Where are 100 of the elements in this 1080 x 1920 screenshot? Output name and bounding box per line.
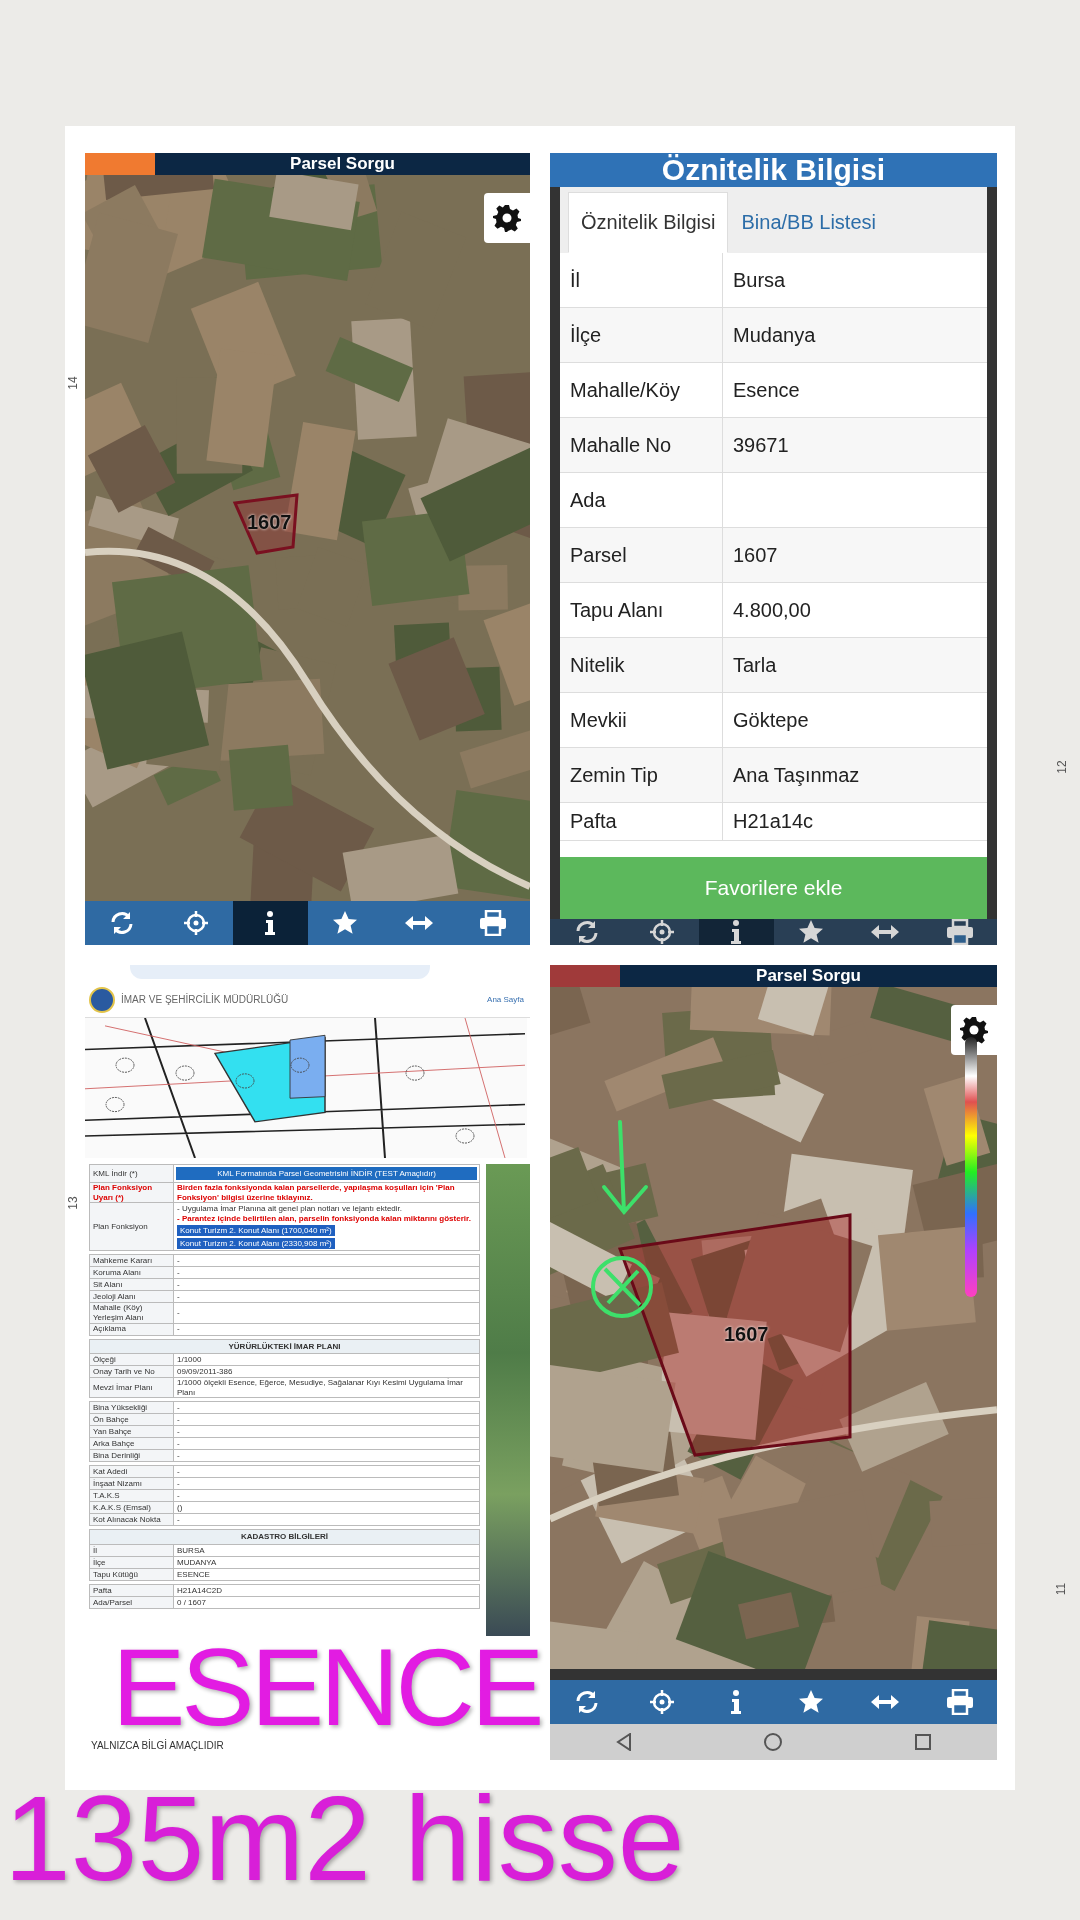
toolbar-button[interactable] [233,901,308,945]
table-cell-text: - [176,1438,181,1450]
attribute-value: Tarla [722,638,987,692]
attribute-value: Esence [722,363,987,417]
attribute-label: Ada [569,487,607,513]
info-icon [264,910,277,936]
printer-icon [478,910,507,936]
double-arrow-icon [403,914,434,932]
panel-title: Parsel Sorgu [289,154,396,174]
printer-icon [945,919,974,945]
table-cell: Sit Alanı [90,1279,174,1291]
printer-icon [945,1689,974,1715]
table-cell: İlçe [90,1556,174,1568]
table-cell: Bina Derinliği [90,1450,174,1462]
attribute-value: 39671 [722,418,987,472]
zone-function-button[interactable]: Konut Turizm 2. Konut Alanı (2330,908 m²) [177,1238,335,1250]
attribute-label: İl [569,267,581,293]
emblem-icon [89,987,115,1013]
parcel-outline [232,493,299,555]
kml-download-button[interactable]: KML Formatında Parsel Geometrisini İNDİR (TEST Amaçlıdır) [176,1167,477,1180]
section-title: YÜRÜRLÜKTEKİ İMAR PLANI [89,1338,480,1355]
table-cell: Kat Adedi [90,1466,174,1478]
table-cell-text: MUDANYA [176,1556,218,1568]
header-accent [550,965,620,987]
table-cell-text: - [176,1279,181,1291]
attribute-value: Ana Taşınmaz [722,748,987,802]
tab[interactable]: Öznitelik Bilgisi [568,192,729,253]
table-cell: Tapu Kütüğü [90,1568,174,1580]
edge-mark: 12 [1054,760,1069,774]
zone-function-button[interactable]: Konut Turizm 2. Konut Alanı (1700,040 m²) [177,1225,335,1237]
crosshair-icon [648,1689,675,1715]
nav-link[interactable]: Ana Sayfa [487,995,530,1005]
settings-icon [493,204,521,232]
attribute-label: Parsel [569,542,628,568]
table-cell-text: - [176,1426,181,1438]
info-icon [730,1689,743,1715]
table-cell: İnşaat Nizamı [90,1478,174,1490]
table-cell-text: - [176,1307,181,1320]
table-cell-text: 1/1000 [176,1354,203,1366]
table-cell: Koruma Alanı [90,1267,174,1279]
panel-title: Parsel Sorgu [755,966,862,986]
table-cell: Açıklama [90,1323,174,1335]
table-cell: Ölçeği [90,1354,174,1366]
parcel-label: 1607 [247,511,292,534]
table-cell-text: - [176,1323,181,1335]
attribute-label: Mevkii [569,707,628,733]
circled-x-annotation [591,1256,653,1318]
table-cell: K.A.K.S (Emsal) [90,1502,174,1514]
tab[interactable]: Bina/BB Listesi [728,192,889,253]
table-cell-text: 0 / 1607 [176,1596,207,1608]
plan-note: - Uygulama İmar Planına ait genel plan notları ve lejantı ektedir. [177,1204,402,1214]
table-cell-text: - [176,1402,181,1414]
table-cell-text: BURSA [176,1544,206,1556]
table-cell-text: H21A14C2D [176,1584,223,1596]
attribute-value: H21a14c [722,803,987,840]
back-icon[interactable] [615,1733,632,1751]
crosshair-icon [183,910,210,936]
table-cell-text: ESENCE [176,1568,211,1580]
table-cell: Onay Tarih ve No [90,1366,174,1378]
settings-button[interactable] [951,1005,997,1055]
star-icon [797,1689,824,1715]
star-icon [797,919,824,945]
edge-mark: 14 [65,376,80,390]
table-cell: Kot Alınacak Nokta [90,1514,174,1526]
table-cell: Plan Fonksiyon Uyarı (*) [90,1183,174,1203]
attribute-label: Mahalle No [569,432,673,458]
attribute-value: Bursa [722,253,987,307]
parcel-label: 1607 [724,1323,769,1346]
settings-button[interactable] [484,193,530,243]
table-cell: Mahkeme Kararı [90,1255,174,1267]
star-icon [331,910,358,936]
table-cell-text: 09/09/2011-386 [176,1366,234,1378]
department-title: İMAR VE ŞEHİRCİLİK MÜDÜRLÜĞÜ [121,994,290,1006]
table-cell-text: - [176,1514,181,1526]
recent-apps-icon[interactable] [913,1733,932,1751]
toolbar-button[interactable] [699,919,774,945]
table-cell-text: - [176,1478,181,1490]
double-arrow-icon [870,1693,901,1711]
edge-mark: 13 [65,1196,80,1210]
plan-note: - Parantez içinde belirtilen alan, parselin fonksiyonda kalan miktarını gösterir. [177,1213,471,1224]
attribute-label: Tapu Alanı [569,597,665,623]
double-arrow-icon [870,923,901,941]
attribute-label: Pafta [569,809,618,834]
header-accent [85,153,155,175]
table-cell: Mevzi İmar Planı [90,1378,174,1398]
table-cell: Arka Bahçe [90,1438,174,1450]
attribute-label: İlçe [569,322,603,348]
table-cell: Mahalle (Köy) Yerleşim Alanı [90,1303,174,1323]
dialog-title: Öznitelik Bilgisi [661,153,886,187]
home-icon[interactable] [762,1732,783,1752]
attribute-label: Nitelik [569,652,626,678]
table-cell: T.A.K.S [90,1490,174,1502]
table-cell: Bina Yüksekliği [90,1402,174,1414]
table-cell: İl [90,1544,174,1556]
table-cell-text: - [176,1450,181,1462]
table-cell: Plan Fonksiyon [90,1203,174,1251]
section-title: KADASTRO BİLGİLERİ [89,1529,480,1545]
table-cell: KML İndir (*) [90,1165,174,1182]
edge-mark: 11 [1054,1582,1069,1596]
attribute-value: Mudanya [722,308,987,362]
